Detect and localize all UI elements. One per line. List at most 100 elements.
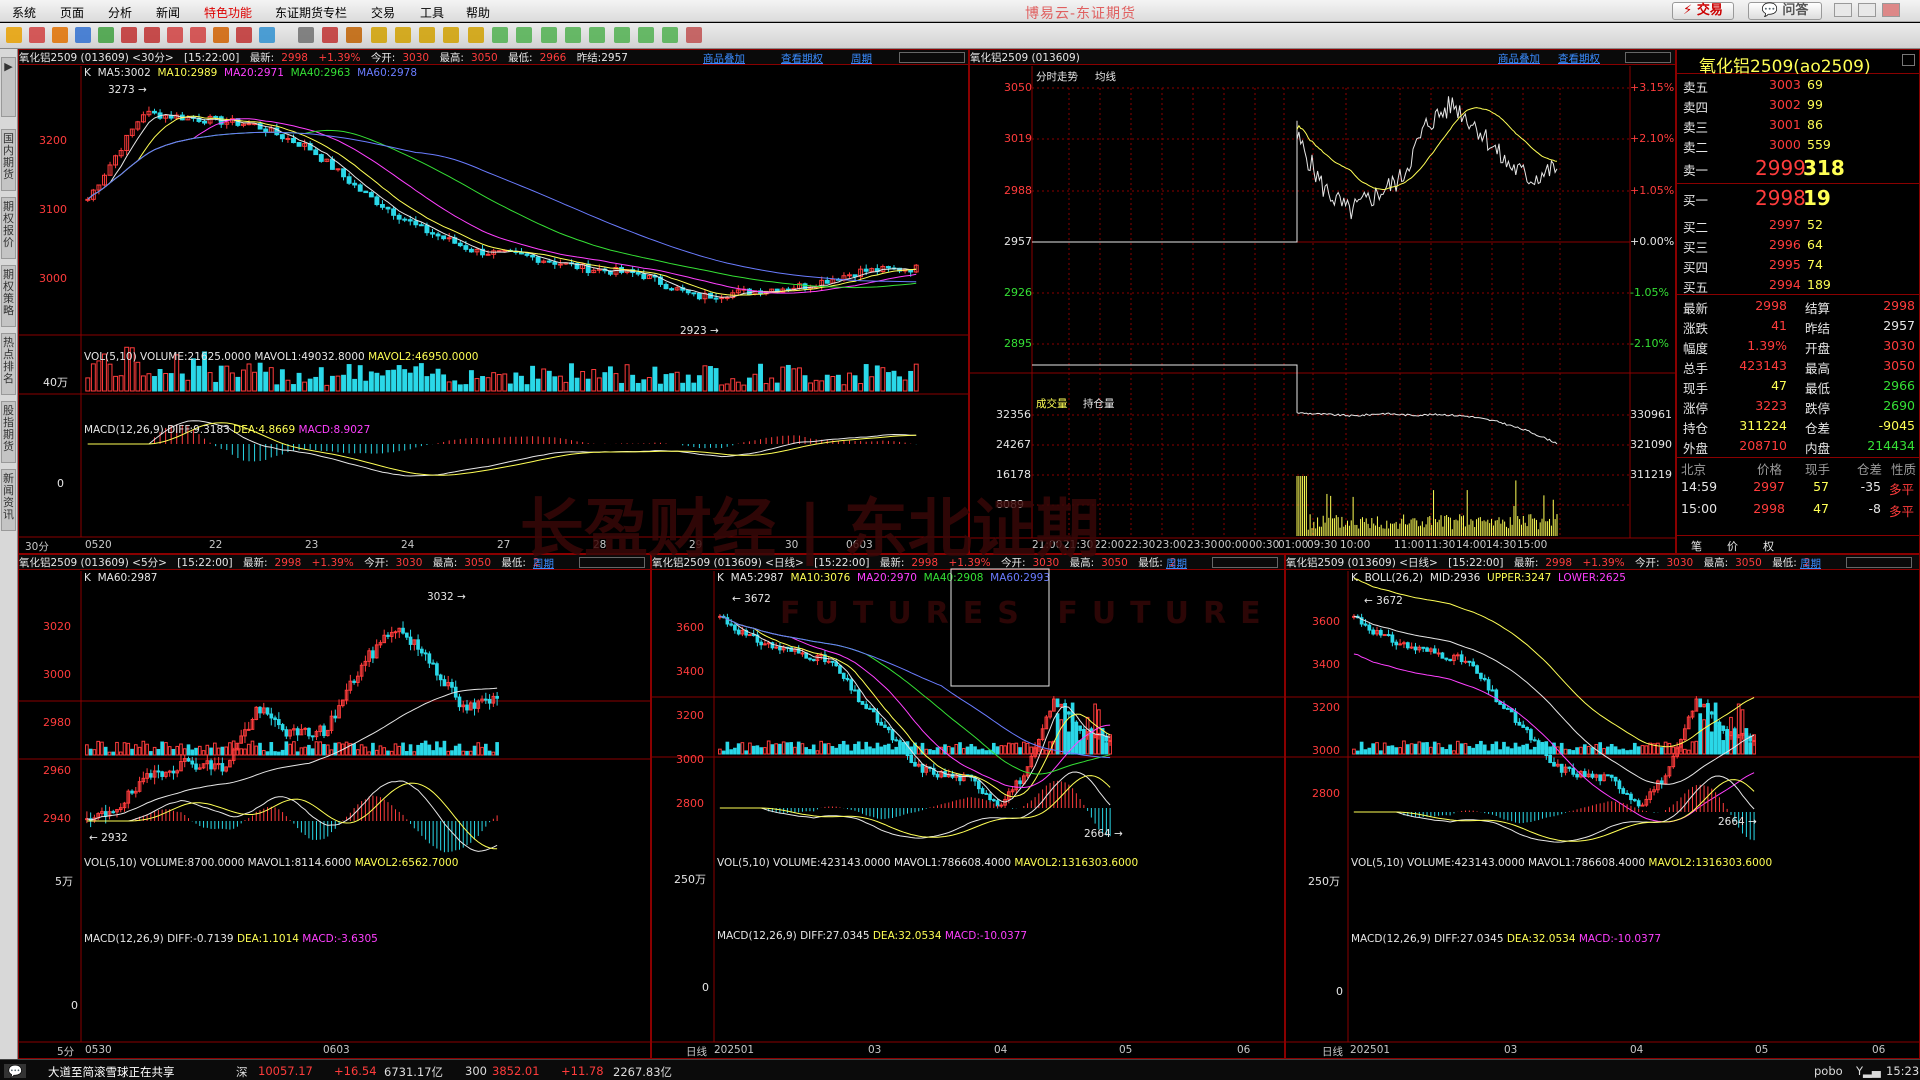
chat-icon[interactable]: 💬 [4, 1064, 27, 1078]
menu-page[interactable]: 页面 [60, 4, 84, 21]
ask-row[interactable]: 卖二 3000 559 [1677, 136, 1919, 155]
month-icon[interactable] [443, 27, 460, 43]
volume-bar [141, 740, 146, 756]
m1-icon[interactable] [492, 27, 508, 43]
bid-row[interactable]: 买三 2996 64 [1677, 236, 1919, 255]
bid-row[interactable]: 买五 2994 189 [1677, 276, 1919, 295]
day-icon[interactable] [394, 27, 411, 43]
back-arrow-icon[interactable] [6, 27, 22, 43]
volume-bar [435, 741, 439, 756]
pen-icon[interactable] [190, 27, 206, 43]
m60-icon[interactable] [613, 27, 630, 43]
menu-help[interactable]: 帮助 [466, 4, 490, 21]
volume-bar [190, 358, 196, 392]
tab-price[interactable]: 价 [1727, 538, 1738, 553]
ask-row[interactable]: 卖五 3003 69 [1677, 76, 1919, 95]
k-icon[interactable] [370, 27, 387, 43]
ask-volume: 69 [1807, 77, 1823, 92]
volume-bar [1104, 742, 1109, 755]
candle [295, 728, 300, 736]
week-icon[interactable] [419, 27, 436, 43]
candle [368, 192, 374, 198]
maximize-icon[interactable] [1858, 3, 1876, 17]
m30-icon[interactable] [589, 27, 606, 43]
window-icon[interactable] [167, 27, 183, 43]
year-icon[interactable] [662, 27, 679, 43]
intraday-chart[interactable] [970, 50, 1676, 554]
volume-bar [502, 373, 508, 392]
volume-bar [496, 374, 502, 392]
menu-column[interactable]: 东证期货专栏 [275, 4, 347, 21]
bar-chart-icon[interactable] [346, 27, 363, 43]
boll-chart-daily[interactable] [1286, 555, 1920, 1059]
volume-bar [175, 745, 180, 756]
tab-news[interactable]: 新闻资讯 [1, 469, 16, 531]
candle [111, 811, 116, 814]
candle [263, 128, 269, 133]
folder-icon[interactable] [52, 27, 68, 43]
kline-chart-5min[interactable] [19, 555, 651, 1059]
m15-icon[interactable] [564, 27, 581, 43]
volume-bar [224, 365, 230, 392]
ask-row[interactable]: 卖四 3002 99 [1677, 96, 1919, 115]
collapse-toggle[interactable]: ▶ [1, 57, 16, 117]
brush-icon[interactable] [213, 27, 229, 43]
candle [213, 115, 219, 118]
tab-index-futures[interactable]: 股指期货 [1, 401, 16, 463]
menu-features[interactable]: 特色功能 [204, 4, 252, 21]
bid-row[interactable]: 买四 2995 74 [1677, 256, 1919, 275]
candle [352, 182, 358, 186]
minute-icon[interactable] [467, 27, 484, 43]
volume-bar [580, 371, 586, 392]
day2-icon[interactable] [637, 27, 654, 43]
vol-label: VOL(5,10) [84, 857, 137, 869]
volume-bar [480, 746, 484, 756]
minimize-icon[interactable] [1834, 3, 1852, 17]
share-icon[interactable] [259, 27, 275, 43]
menu-tools[interactable]: 工具 [420, 4, 444, 21]
home-icon[interactable] [29, 27, 45, 43]
trade-button[interactable]: ⚡ 交易 [1672, 2, 1734, 20]
menu-analysis[interactable]: 分析 [108, 4, 132, 21]
bid-row[interactable]: 买一 2998 19 [1677, 186, 1919, 212]
menu-trade[interactable]: 交易 [371, 4, 395, 21]
ask-row[interactable]: 卖三 3001 86 [1677, 116, 1919, 135]
volume-bar [574, 377, 580, 392]
tab-hot-rank[interactable]: 热点排名 [1, 333, 16, 395]
volume-bar [898, 742, 902, 755]
bid-row[interactable]: 买二 2997 52 [1677, 216, 1919, 235]
grid-icon[interactable] [297, 27, 314, 43]
ask-button[interactable]: 💬 问答 [1748, 2, 1822, 20]
volume-bar [367, 751, 371, 756]
tab-option-strategy[interactable]: 期权策略 [1, 265, 16, 327]
ticker-text[interactable]: 大道至简滚雪球正在共享 [48, 1064, 175, 1080]
y-tick: 2895 [1004, 337, 1032, 350]
line-chart-icon[interactable] [321, 27, 338, 43]
tab-option-quotes[interactable]: 期权报价 [1, 197, 16, 259]
candle [171, 770, 176, 774]
calc-icon[interactable] [686, 27, 703, 43]
tab-domestic-futures[interactable]: 国内期货 [1, 129, 16, 191]
menu-news[interactable]: 新闻 [156, 4, 180, 21]
kline-chart-30min[interactable] [19, 50, 969, 554]
m5-icon[interactable] [540, 27, 557, 43]
volume-bar [186, 744, 191, 756]
screen-icon[interactable] [75, 27, 91, 43]
expand-icon[interactable] [1902, 54, 1915, 66]
ask-row[interactable]: 卖一 2999 318 [1677, 156, 1919, 182]
zoom-out-icon[interactable] [144, 27, 160, 43]
vol-y-tick: 5万 [55, 875, 73, 888]
tab-rights[interactable]: 权 [1763, 538, 1774, 553]
volume-bar [1613, 746, 1618, 755]
volume-bar [781, 741, 786, 755]
menu-system[interactable]: 系统 [12, 4, 36, 21]
volume-bar [965, 746, 970, 755]
cup-icon[interactable] [236, 27, 252, 43]
close-icon[interactable] [1882, 3, 1900, 17]
kline-chart-daily[interactable] [652, 555, 1285, 1059]
tab-trades[interactable]: 笔 [1691, 538, 1702, 553]
volume-bar [729, 749, 733, 755]
search-icon[interactable] [121, 27, 137, 43]
m3-icon[interactable] [516, 27, 533, 43]
refresh-icon[interactable] [98, 27, 114, 43]
